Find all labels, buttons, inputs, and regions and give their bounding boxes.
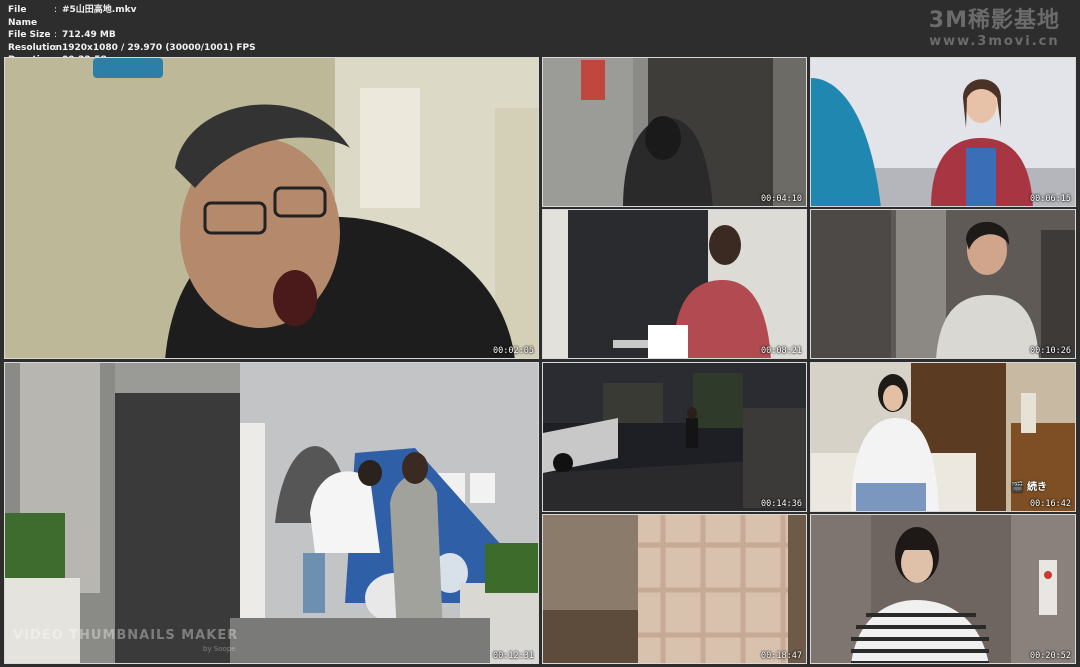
- timestamp: 00:16:42: [1030, 499, 1071, 509]
- thumbnail-2[interactable]: 00:04:10: [542, 57, 807, 207]
- timestamp: 00:06:15: [1030, 194, 1071, 204]
- episode-caption: 🎬 続き: [1011, 482, 1047, 493]
- brand-subtitle: by Soope: [203, 645, 236, 653]
- thumbnail-1[interactable]: 00:02:05: [4, 57, 539, 359]
- thumbnail-5[interactable]: 00:10:26: [810, 209, 1076, 359]
- thumbnail-10[interactable]: 00:20:52: [810, 514, 1076, 664]
- info-key: File Size: [8, 30, 51, 40]
- info-value: 1920x1080 / 29.970 (30000/1001) FPS: [62, 42, 256, 53]
- info-value: 712.49 MB: [62, 30, 116, 40]
- brand-watermark: VIDEO THUMBNAILS MAKER: [13, 628, 239, 643]
- timestamp: 00:12:31: [493, 651, 534, 661]
- info-separator: :: [54, 30, 58, 40]
- thumbnail-3[interactable]: 00:06:15: [810, 57, 1076, 207]
- timestamp: 00:20:52: [1030, 651, 1071, 661]
- info-row-resolution: Resolution : 1920x1080 / 29.970 (30000/1…: [8, 42, 256, 55]
- info-key: File Name: [8, 5, 38, 28]
- scene-man-screaming: [5, 58, 538, 358]
- info-row-file-size: File Size : 712.49 MB: [8, 29, 256, 42]
- scene-girl-striped: [811, 515, 1075, 663]
- thumbnail-8[interactable]: 🎬 続き 00:16:42: [810, 362, 1076, 512]
- watermark-title: 3M稀影基地: [928, 8, 1060, 33]
- thumbnail-9[interactable]: 00:18:47: [542, 514, 807, 664]
- scene-young-man: [811, 210, 1075, 358]
- scene-woman-doorway: [543, 210, 806, 358]
- timestamp: 00:08:21: [761, 346, 802, 356]
- timestamp: 00:02:05: [493, 346, 534, 356]
- thumbnail-4[interactable]: 00:08:21: [542, 209, 807, 359]
- info-separator: :: [54, 42, 58, 53]
- info-key: Resolution: [8, 42, 63, 53]
- scene-woman-at-door: [543, 58, 806, 206]
- info-separator: :: [54, 5, 58, 15]
- timestamp: 00:14:36: [761, 499, 802, 509]
- scene-couple-garbage: [5, 363, 538, 663]
- site-watermark: 3M稀影基地 www.3movi.cn: [929, 8, 1060, 50]
- timestamp: 00:10:26: [1030, 346, 1071, 356]
- info-value: #5山田高地.mkv: [62, 5, 137, 15]
- watermark-url: www.3movi.cn: [929, 34, 1060, 49]
- thumbnail-6[interactable]: VIDEO THUMBNAILS MAKER by Soope 00:12:31: [4, 362, 539, 664]
- timestamp: 00:04:10: [761, 194, 802, 204]
- info-row-file-name: File Name : #5山田高地.mkv: [8, 4, 256, 29]
- scene-woman-kitchen: [811, 58, 1075, 206]
- scene-plaid-skirt: [543, 515, 806, 663]
- scene-night-street: [543, 363, 806, 511]
- timestamp: 00:18:47: [761, 651, 802, 661]
- thumbnail-7[interactable]: 00:14:36: [542, 362, 807, 512]
